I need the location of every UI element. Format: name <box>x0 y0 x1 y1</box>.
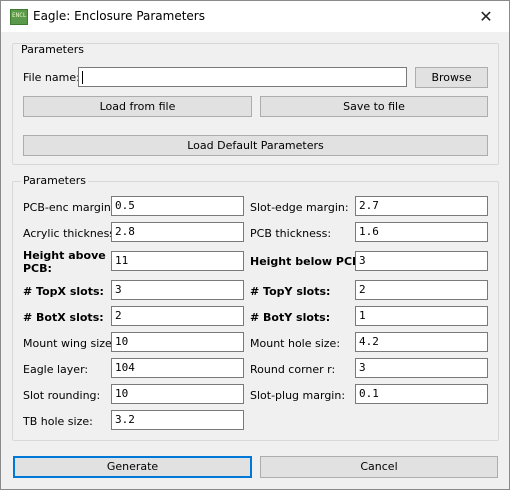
slot-plug-margin-input[interactable]: 0.1 <box>355 384 488 404</box>
boty-slots-label: # BotY slots: <box>250 311 331 324</box>
boty-slots-input[interactable]: 1 <box>355 306 488 326</box>
pcb-thickness-input[interactable]: 1.6 <box>355 222 488 242</box>
close-icon[interactable]: ✕ <box>463 1 509 32</box>
browse-button[interactable]: Browse <box>415 67 488 88</box>
height-below-pcb-label: Height below PCB: <box>250 255 365 268</box>
title-bar: ENCL Eagle: Enclosure Parameters ✕ <box>1 1 509 32</box>
acrylic-thickness-input[interactable]: 2.8 <box>111 222 244 242</box>
load-defaults-button[interactable]: Load Default Parameters <box>23 135 488 156</box>
file-name-input[interactable] <box>78 67 407 87</box>
height-above-pcb-label-line2: PCB: <box>23 262 52 275</box>
botx-slots-label: # BotX slots: <box>23 311 104 324</box>
topx-slots-label: # TopX slots: <box>23 285 104 298</box>
slot-rounding-label: Slot rounding: <box>23 389 101 402</box>
file-group-title: Parameters <box>21 43 84 56</box>
slot-edge-margin-label: Slot-edge margin: <box>250 201 349 214</box>
pcb-enc-margin-label: PCB-enc margin: <box>23 201 115 214</box>
height-above-pcb-label: Height above PCB: <box>23 249 106 275</box>
load-from-file-button[interactable]: Load from file <box>23 96 252 117</box>
height-above-pcb-label-line1: Height above <box>23 249 106 262</box>
pcb-thickness-label: PCB thickness: <box>250 227 332 240</box>
eagle-layer-label: Eagle layer: <box>23 363 89 376</box>
eagle-layer-input[interactable]: 104 <box>111 358 244 378</box>
tb-hole-size-input[interactable]: 3.2 <box>111 410 244 430</box>
text-caret <box>82 70 83 84</box>
enclosure-app-icon: ENCL <box>10 9 28 25</box>
file-name-label: File name: <box>23 71 80 84</box>
height-above-pcb-input[interactable]: 11 <box>111 251 244 271</box>
botx-slots-input[interactable]: 2 <box>111 306 244 326</box>
mount-wing-size-input[interactable]: 10 <box>111 332 244 352</box>
acrylic-thickness-label: Acrylic thickness: <box>23 227 119 240</box>
dialog-window: ENCL Eagle: Enclosure Parameters ✕ Param… <box>0 0 510 490</box>
mount-hole-size-input[interactable]: 4.2 <box>355 332 488 352</box>
slot-edge-margin-input[interactable]: 2.7 <box>355 196 488 216</box>
slot-rounding-input[interactable]: 10 <box>111 384 244 404</box>
tb-hole-size-label: TB hole size: <box>23 415 93 428</box>
cancel-button[interactable]: Cancel <box>260 456 498 478</box>
parameters-group-title: Parameters <box>21 174 88 187</box>
pcb-enc-margin-input[interactable]: 0.5 <box>111 196 244 216</box>
app-icon-text: ENCL <box>12 12 27 19</box>
topy-slots-input[interactable]: 2 <box>355 280 488 300</box>
topy-slots-label: # TopY slots: <box>250 285 331 298</box>
height-below-pcb-input[interactable]: 3 <box>355 251 488 271</box>
topx-slots-input[interactable]: 3 <box>111 280 244 300</box>
window-title: Eagle: Enclosure Parameters <box>33 9 205 23</box>
round-corner-r-input[interactable]: 3 <box>355 358 488 378</box>
round-corner-r-label: Round corner r: <box>250 363 336 376</box>
slot-plug-margin-label: Slot-plug margin: <box>250 389 346 402</box>
generate-button[interactable]: Generate <box>13 456 252 478</box>
mount-wing-size-label: Mount wing size: <box>23 337 116 350</box>
save-to-file-button[interactable]: Save to file <box>260 96 488 117</box>
mount-hole-size-label: Mount hole size: <box>250 337 341 350</box>
